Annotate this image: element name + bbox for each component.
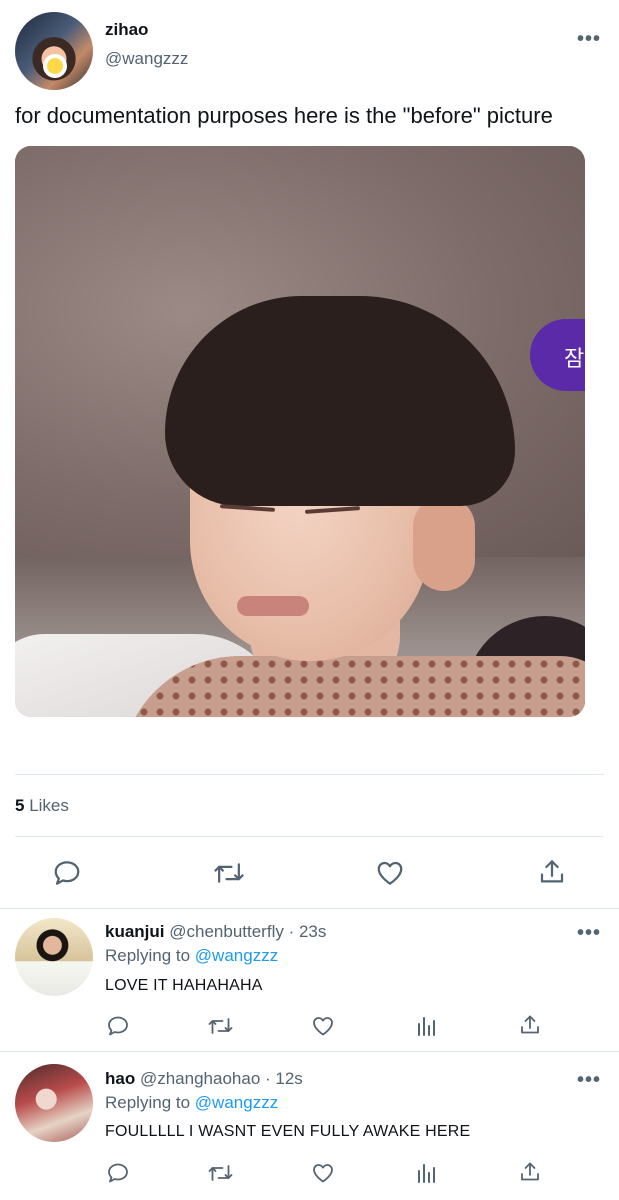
reply-text: LOVE IT HAHAHAHA: [105, 977, 263, 994]
reply-icon[interactable]: [106, 1161, 130, 1185]
tweet-photo[interactable]: 잠: [15, 146, 585, 717]
reply-author-name[interactable]: hao: [105, 1069, 135, 1088]
likes-number: 5: [15, 796, 25, 815]
replying-to: Replying to @wangzzz: [105, 1093, 278, 1113]
reply-author-handle[interactable]: @zhanghaohao: [140, 1069, 260, 1088]
like-icon[interactable]: [311, 1014, 335, 1038]
like-icon[interactable]: [311, 1161, 335, 1185]
author-name[interactable]: zihao: [105, 20, 148, 40]
share-icon[interactable]: [518, 1013, 542, 1037]
like-icon[interactable]: [375, 858, 405, 888]
reply-text: FOULLLLL I WASNT EVEN FULLY AWAKE HERE: [105, 1123, 471, 1140]
analytics-icon[interactable]: [415, 1014, 439, 1038]
reply-author-handle[interactable]: @chenbutterfly: [169, 922, 284, 941]
more-options-button[interactable]: •••: [577, 1069, 601, 1092]
retweet-icon[interactable]: [207, 1014, 234, 1038]
replying-label: Replying to: [105, 1093, 191, 1112]
reply-avatar[interactable]: [15, 918, 93, 996]
divider: [0, 908, 619, 909]
share-icon[interactable]: [518, 1160, 542, 1184]
divider: [15, 836, 604, 837]
replying-label: Replying to: [105, 946, 191, 965]
reply-icon[interactable]: [52, 858, 82, 888]
divider: [0, 1051, 619, 1052]
tweet-text: for documentation purposes here is the "…: [15, 103, 553, 128]
divider: [15, 774, 604, 775]
analytics-icon[interactable]: [415, 1161, 439, 1185]
author-avatar[interactable]: [15, 12, 93, 90]
flower-icon: [47, 58, 63, 74]
reply-header: kuanjui @chenbutterfly · 23s: [105, 922, 326, 942]
share-icon[interactable]: [537, 857, 567, 887]
retweet-icon[interactable]: [213, 858, 245, 888]
reply-timestamp[interactable]: · 23s: [289, 922, 327, 941]
retweet-icon[interactable]: [207, 1161, 234, 1185]
likes-label: Likes: [29, 796, 69, 815]
mention-link[interactable]: @wangzzz: [195, 946, 278, 965]
reply-author-name[interactable]: kuanjui: [105, 922, 165, 941]
replying-to: Replying to @wangzzz: [105, 946, 278, 966]
more-options-button[interactable]: •••: [577, 922, 601, 945]
author-handle[interactable]: @wangzzz: [105, 49, 188, 69]
reply-header: hao @zhanghaohao · 12s: [105, 1069, 303, 1089]
reply-timestamp[interactable]: · 12s: [265, 1069, 303, 1088]
reply-icon[interactable]: [106, 1014, 130, 1038]
more-options-button[interactable]: •••: [577, 28, 601, 51]
reply-avatar[interactable]: [15, 1064, 93, 1142]
mention-link[interactable]: @wangzzz: [195, 1093, 278, 1112]
likes-count[interactable]: 5 Likes: [15, 796, 69, 816]
